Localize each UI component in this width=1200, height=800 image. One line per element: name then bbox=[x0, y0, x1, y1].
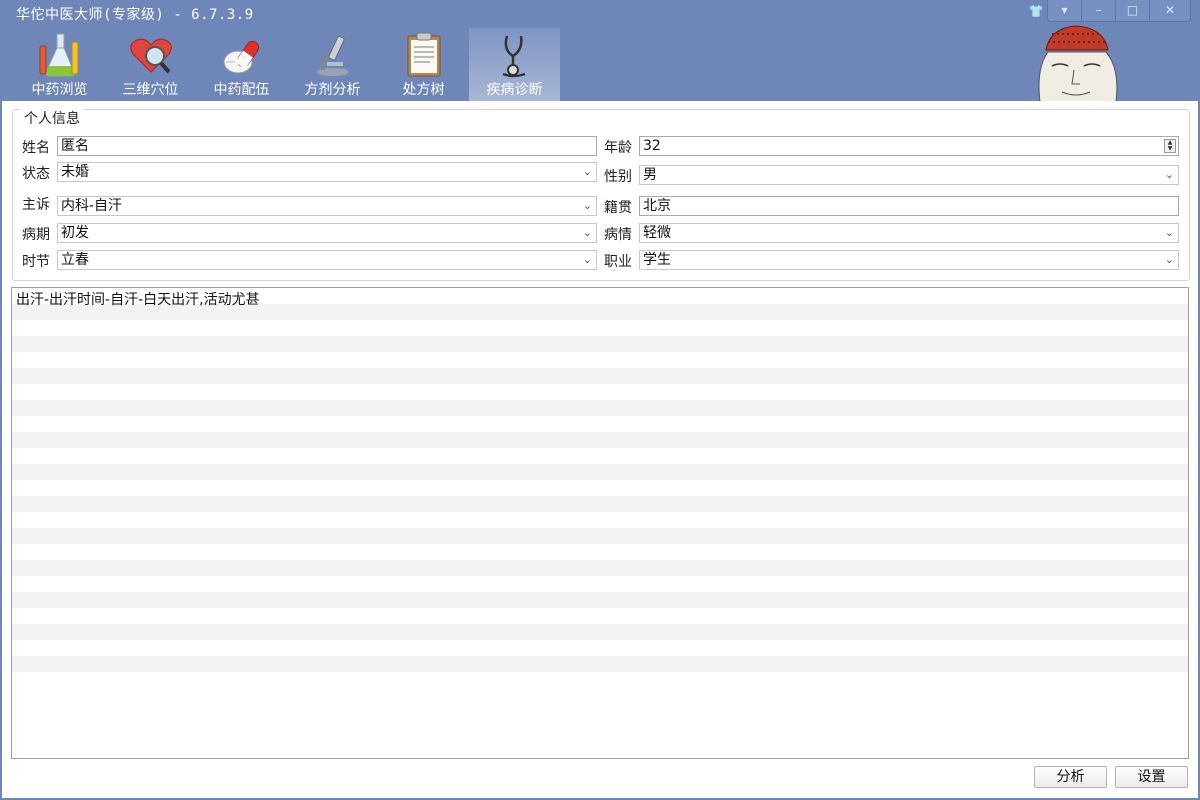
chevron-down-icon: ⌄ bbox=[582, 165, 592, 178]
name-label: 姓名 bbox=[22, 140, 50, 156]
tab-label: 中药配伍 bbox=[213, 82, 270, 98]
tab-label: 中药浏览 bbox=[31, 82, 88, 98]
flask-icon bbox=[39, 33, 78, 77]
name-field[interactable]: 匿名 bbox=[57, 136, 597, 156]
complaint-value: 内科-自汗 bbox=[61, 198, 123, 214]
job-value: 学生 bbox=[643, 252, 671, 268]
window-title: 华佗中医大师(专家级) - 6.7.3.9 bbox=[16, 7, 254, 23]
hua-tuo-portrait bbox=[1038, 25, 1118, 102]
tab-label: 疾病诊断 bbox=[486, 82, 543, 98]
group-legend: 个人信息 bbox=[20, 108, 84, 128]
complaint-select[interactable]: 内科-自汗 ⌄ bbox=[57, 196, 597, 216]
gender-select[interactable]: 男 ⌄ bbox=[639, 165, 1179, 185]
analyze-button[interactable]: 分析 bbox=[1034, 766, 1107, 788]
complaint-label: 主诉 bbox=[22, 197, 50, 213]
tab-formula-analysis[interactable]: 方剂分析 bbox=[287, 28, 378, 102]
microscope-icon bbox=[316, 36, 349, 76]
settings-button[interactable]: 设置 bbox=[1115, 766, 1188, 788]
season-select[interactable]: 立春 ⌄ bbox=[57, 250, 597, 270]
age-value: 32 bbox=[643, 138, 661, 154]
season-label: 时节 bbox=[22, 254, 50, 270]
close-button[interactable]: ✕ bbox=[1150, 0, 1190, 21]
stethoscope-icon bbox=[502, 35, 525, 78]
tab-label: 方剂分析 bbox=[304, 82, 361, 98]
maximize-button[interactable]: □ bbox=[1116, 0, 1150, 21]
season-value: 立春 bbox=[61, 252, 89, 268]
stage-value: 初发 bbox=[61, 225, 89, 241]
origin-label: 籍贯 bbox=[604, 200, 632, 216]
tab-label: 三维穴位 bbox=[122, 82, 179, 98]
shirt-icon[interactable]: 👕 bbox=[1028, 3, 1044, 19]
chevron-down-icon: ⌄ bbox=[1164, 226, 1174, 239]
main-panel: 个人信息 姓名 匿名 年龄 32 ▲ ▼ 状态 未婚 ⌄ 性别 男 ⌄ 主诉 内科-自汗… bbox=[2, 101, 1198, 798]
chevron-down-icon: ⌄ bbox=[582, 253, 592, 266]
dropdown-button[interactable]: ▾ bbox=[1048, 0, 1082, 21]
job-select[interactable]: 学生 ⌄ bbox=[639, 250, 1179, 270]
window-controls: ▾ – □ ✕ bbox=[1047, 0, 1191, 22]
symptom-item[interactable]: 出汗-出汗时间-自汗-白天出汗,活动尤甚 bbox=[16, 289, 260, 309]
age-spinner[interactable]: 32 ▲ ▼ bbox=[639, 136, 1179, 156]
name-value: 匿名 bbox=[61, 138, 89, 154]
clipboard-icon bbox=[407, 32, 440, 77]
list-blank-area bbox=[12, 674, 1188, 758]
severity-value: 轻微 bbox=[643, 225, 671, 241]
chevron-down-icon: ⌄ bbox=[1164, 253, 1174, 266]
origin-field[interactable]: 北京 bbox=[639, 196, 1179, 216]
chevron-down-icon: ⌄ bbox=[582, 226, 592, 239]
tab-disease-diagnosis[interactable]: 疾病诊断 bbox=[469, 28, 560, 102]
origin-value: 北京 bbox=[643, 198, 671, 214]
severity-select[interactable]: 轻微 ⌄ bbox=[639, 223, 1179, 243]
chevron-down-icon: ⌄ bbox=[582, 199, 592, 212]
status-select[interactable]: 未婚 ⌄ bbox=[57, 162, 597, 182]
age-label: 年龄 bbox=[604, 140, 632, 156]
main-toolbar: 中药浏览 三维穴位 中药配伍 方剂分析 处方树 疾病诊断 bbox=[14, 28, 560, 102]
severity-label: 病情 bbox=[604, 227, 632, 243]
stage-label: 病期 bbox=[22, 227, 50, 243]
gender-label: 性别 bbox=[604, 169, 632, 185]
chevron-down-icon: ⌄ bbox=[1164, 168, 1174, 181]
heart-magnifier-icon bbox=[129, 38, 172, 74]
pills-icon bbox=[223, 40, 259, 74]
tab-3d-acupoint[interactable]: 三维穴位 bbox=[105, 28, 196, 102]
gender-value: 男 bbox=[643, 167, 657, 183]
status-value: 未婚 bbox=[61, 164, 89, 180]
minimize-button[interactable]: – bbox=[1082, 0, 1116, 21]
job-label: 职业 bbox=[604, 254, 632, 270]
tab-herb-combination[interactable]: 中药配伍 bbox=[196, 28, 287, 102]
stage-select[interactable]: 初发 ⌄ bbox=[57, 223, 597, 243]
symptoms-list[interactable]: 出汗-出汗时间-自汗-白天出汗,活动尤甚 bbox=[11, 287, 1189, 759]
status-label: 状态 bbox=[22, 166, 50, 182]
tab-label: 处方树 bbox=[402, 82, 445, 98]
tab-herb-browse[interactable]: 中药浏览 bbox=[14, 28, 105, 102]
tab-prescription-tree[interactable]: 处方树 bbox=[378, 28, 469, 102]
title-bar: 华佗中医大师(专家级) - 6.7.3.9 👕 ▾ – □ ✕ bbox=[0, 0, 1200, 26]
spinner-arrows-icon[interactable]: ▲ ▼ bbox=[1164, 139, 1176, 153]
